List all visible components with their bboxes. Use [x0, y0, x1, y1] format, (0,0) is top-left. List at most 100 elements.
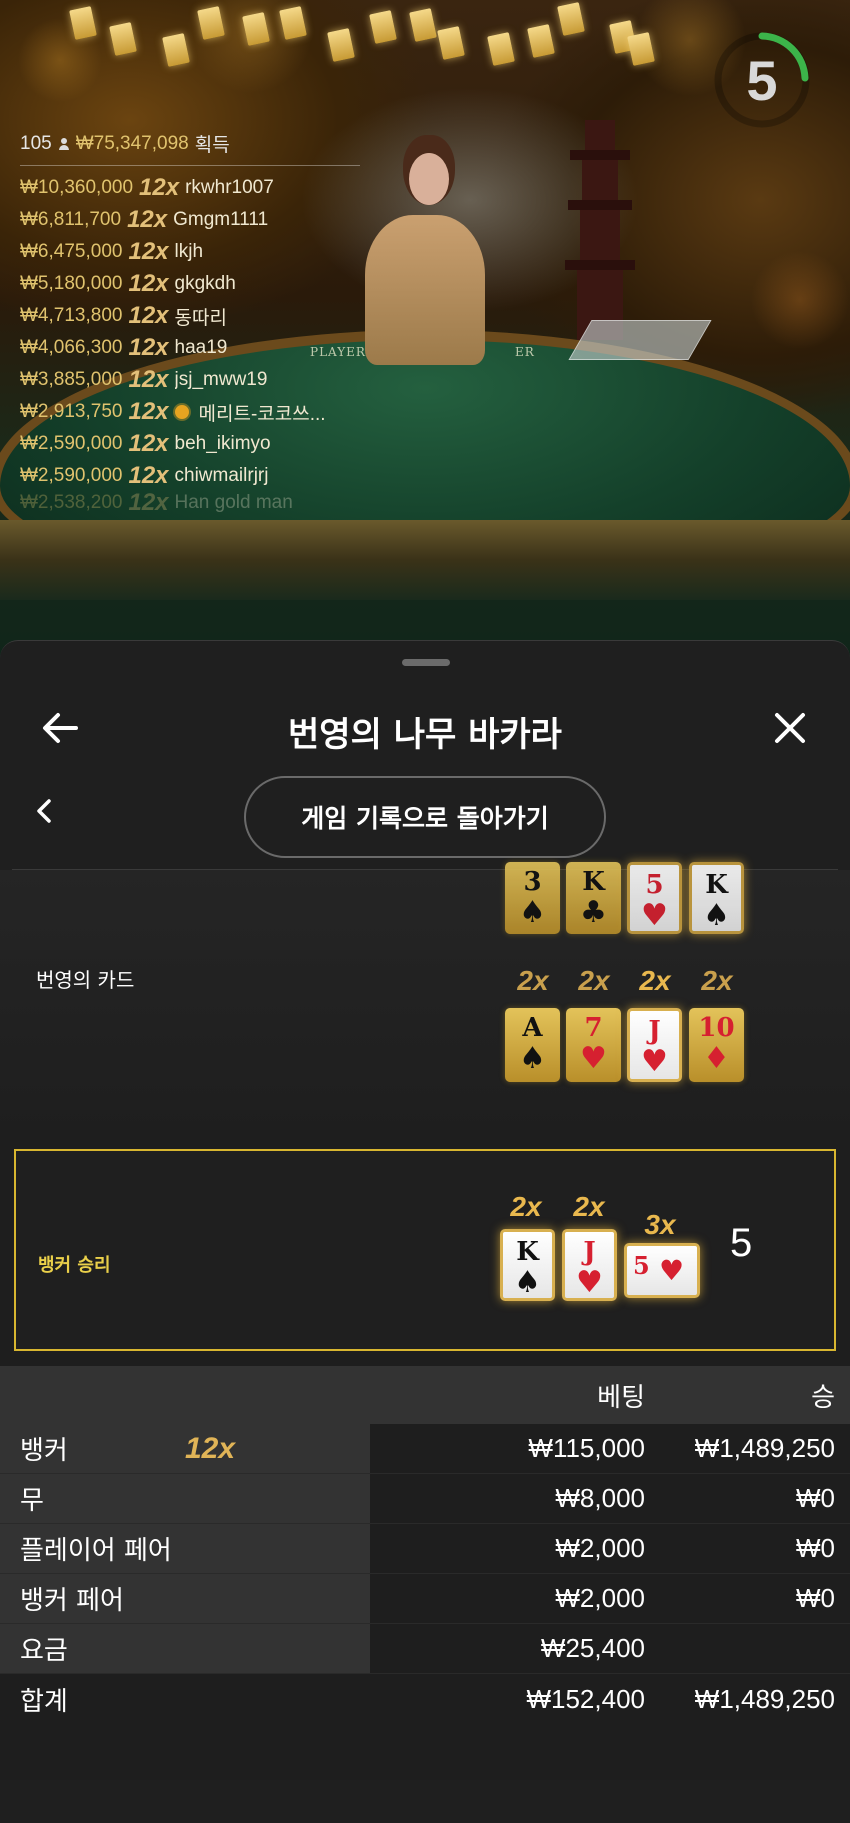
winner-row: ₩4,713,800 12x 동따리 — [20, 300, 360, 332]
table-print-banker: ER — [515, 345, 535, 359]
person-icon — [58, 137, 70, 150]
bet-label: 무 — [20, 1486, 44, 1516]
winner-multiplier: 12x — [139, 174, 180, 201]
winners-suffix: 획득 — [194, 135, 230, 156]
bet-amount: ₩8,000 — [555, 1483, 645, 1513]
card-multiplier: 2x — [517, 965, 549, 996]
winner-label: 뱅커 승리 — [38, 1255, 111, 1276]
win-amount — [645, 1624, 835, 1673]
close-icon[interactable] — [765, 703, 815, 753]
winner-multiplier: 12x — [128, 302, 169, 329]
winner-amount: ₩4,713,800 — [20, 305, 123, 326]
bet-label-cell: 플레이어 페어 — [0, 1524, 370, 1573]
prosperity-card: 7 ♥ — [566, 1008, 621, 1082]
prosperity-card: K ♠ — [689, 862, 744, 934]
back-to-history-button[interactable]: 게임 기록으로 돌아가기 — [244, 776, 606, 858]
winner-row: ₩10,360,000 12x rkwhr1007 — [20, 172, 360, 204]
bet-multiplier: 12x — [185, 1432, 236, 1465]
win-amount: ₩0 — [796, 1483, 835, 1513]
card-shoe — [568, 320, 712, 360]
live-video-stream: PLAYER ER 5 105 ₩75,347,098 획득 ₩10,360,0… — [0, 0, 850, 660]
panel-header: 번영의 나무 바카라 — [0, 681, 850, 781]
winner-row: ₩2,538,200 12x Han gold man — [20, 492, 360, 514]
winners-total: ₩75,347,098 — [75, 132, 189, 154]
winner-amount: ₩6,811,700 — [20, 209, 122, 230]
winner-row: ₩2,590,000 12x chiwmailrjrj — [20, 460, 360, 492]
winning-hand-box: 뱅커 승리 2x 2x 3x K ♠ J ♥ 5 ♥ 5 — [14, 1149, 836, 1351]
winner-multiplier: 12x — [128, 238, 169, 265]
winner-amount: ₩4,066,300 — [20, 337, 123, 358]
card-multiplier: 2x — [578, 965, 610, 996]
winner-amount: ₩10,360,000 — [20, 177, 134, 198]
winner-multiplier: 12x — [128, 334, 169, 361]
hand-score: 5 — [730, 1221, 753, 1265]
prosperity-card: 10 ♦ — [689, 1008, 744, 1082]
winner-name: jsj_mww19 — [174, 369, 268, 390]
bet-label-cell: 무 — [0, 1474, 370, 1523]
vip-badge-icon — [174, 405, 189, 419]
win-amount: ₩0 — [796, 1583, 835, 1613]
winner-amount: ₩6,475,000 — [20, 241, 123, 262]
total-label: 합계 — [20, 1686, 68, 1717]
bets-header: 베팅 승 — [0, 1366, 850, 1424]
total-bet-amount: ₩152,400 — [526, 1683, 645, 1714]
bet-amount: ₩2,000 — [555, 1533, 645, 1563]
winner-row: ₩4,066,300 12x haa19 — [20, 332, 360, 364]
banker-card: J ♥ — [562, 1229, 617, 1301]
card-multiplier: 2x — [573, 1191, 605, 1222]
bet-label: 플레이어 페어 — [20, 1536, 172, 1566]
bet-label-cell: 요금 — [0, 1624, 370, 1673]
winner-row: ₩6,811,700 12x Gmgm1111 — [20, 204, 360, 236]
winner-name: beh_ikimyo — [174, 433, 271, 454]
winner-multiplier: 12x — [128, 462, 169, 489]
bet-amount: ₩115,000 — [528, 1433, 645, 1463]
winner-name: 메리트-코코쓰... — [198, 403, 326, 425]
winner-name: Gmgm1111 — [173, 209, 269, 230]
winner-multiplier: 12x — [127, 206, 168, 233]
winner-amount: ₩2,590,000 — [20, 465, 123, 486]
bet-column-header: 베팅 — [597, 1381, 645, 1412]
timer-value: 5 — [746, 48, 778, 112]
winner-amount: ₩5,180,000 — [20, 273, 123, 294]
banker-card: K ♠ — [500, 1229, 555, 1301]
dealer — [365, 135, 485, 365]
prosperity-card: 3 ♠ — [505, 862, 560, 934]
win-amount: ₩1,489,250 — [694, 1433, 835, 1463]
chevron-left-icon[interactable] — [30, 791, 60, 831]
bet-amount: ₩25,400 — [540, 1633, 645, 1663]
total-label-cell: 합계 — [0, 1674, 370, 1724]
bets-table: 베팅 승 뱅커 12x ₩115,000 ₩1,489,250 무 ₩8,000… — [0, 1366, 850, 1724]
winner-multiplier: 12x — [128, 430, 169, 457]
bet-label-cell: 뱅커 12x — [0, 1424, 370, 1473]
bet-label: 뱅커 — [20, 1436, 68, 1466]
drag-handle[interactable] — [402, 659, 450, 666]
card-multiplier: 2x — [701, 965, 733, 996]
winners-list: 105 ₩75,347,098 획득 ₩10,360,000 12x rkwhr… — [20, 130, 360, 514]
pagoda — [565, 120, 635, 340]
winner-multiplier: 12x — [128, 366, 169, 393]
winners-count: 105 — [20, 132, 52, 154]
prosperity-card: 5 ♥ — [627, 862, 682, 934]
winner-amount: ₩3,885,000 — [20, 369, 123, 390]
win-column-header: 승 — [811, 1381, 835, 1412]
winner-amount: ₩2,590,000 — [20, 433, 123, 454]
table-row: 요금 ₩25,400 — [0, 1624, 850, 1674]
winner-multiplier: 12x — [128, 398, 169, 425]
winner-row: ₩5,180,000 12x gkgkdh — [20, 268, 360, 300]
winner-multiplier: 12x — [128, 270, 169, 297]
prosperity-card: K ♣ — [566, 862, 621, 934]
table-rail — [0, 520, 850, 600]
winner-row: ₩3,885,000 12x jsj_mww19 — [20, 364, 360, 396]
prosperity-card: J ♥ — [627, 1008, 682, 1082]
table-row: 플레이어 페어 ₩2,000 ₩0 — [0, 1524, 850, 1574]
winner-name: Han gold man — [174, 492, 293, 513]
table-row: 뱅커 12x ₩115,000 ₩1,489,250 — [0, 1424, 850, 1474]
banker-card-sideways: 5 ♥ — [624, 1243, 700, 1298]
card-multiplier: 2x — [510, 1191, 542, 1222]
table-row: 뱅커 페어 ₩2,000 ₩0 — [0, 1574, 850, 1624]
winner-amount: ₩2,913,750 — [20, 401, 123, 422]
winner-row: ₩2,590,000 12x beh_ikimyo — [20, 428, 360, 460]
winner-name: 동따리 — [174, 307, 227, 329]
winner-row: ₩2,913,750 12x 메리트-코코쓰... — [20, 396, 360, 428]
table-row: 무 ₩8,000 ₩0 — [0, 1474, 850, 1524]
